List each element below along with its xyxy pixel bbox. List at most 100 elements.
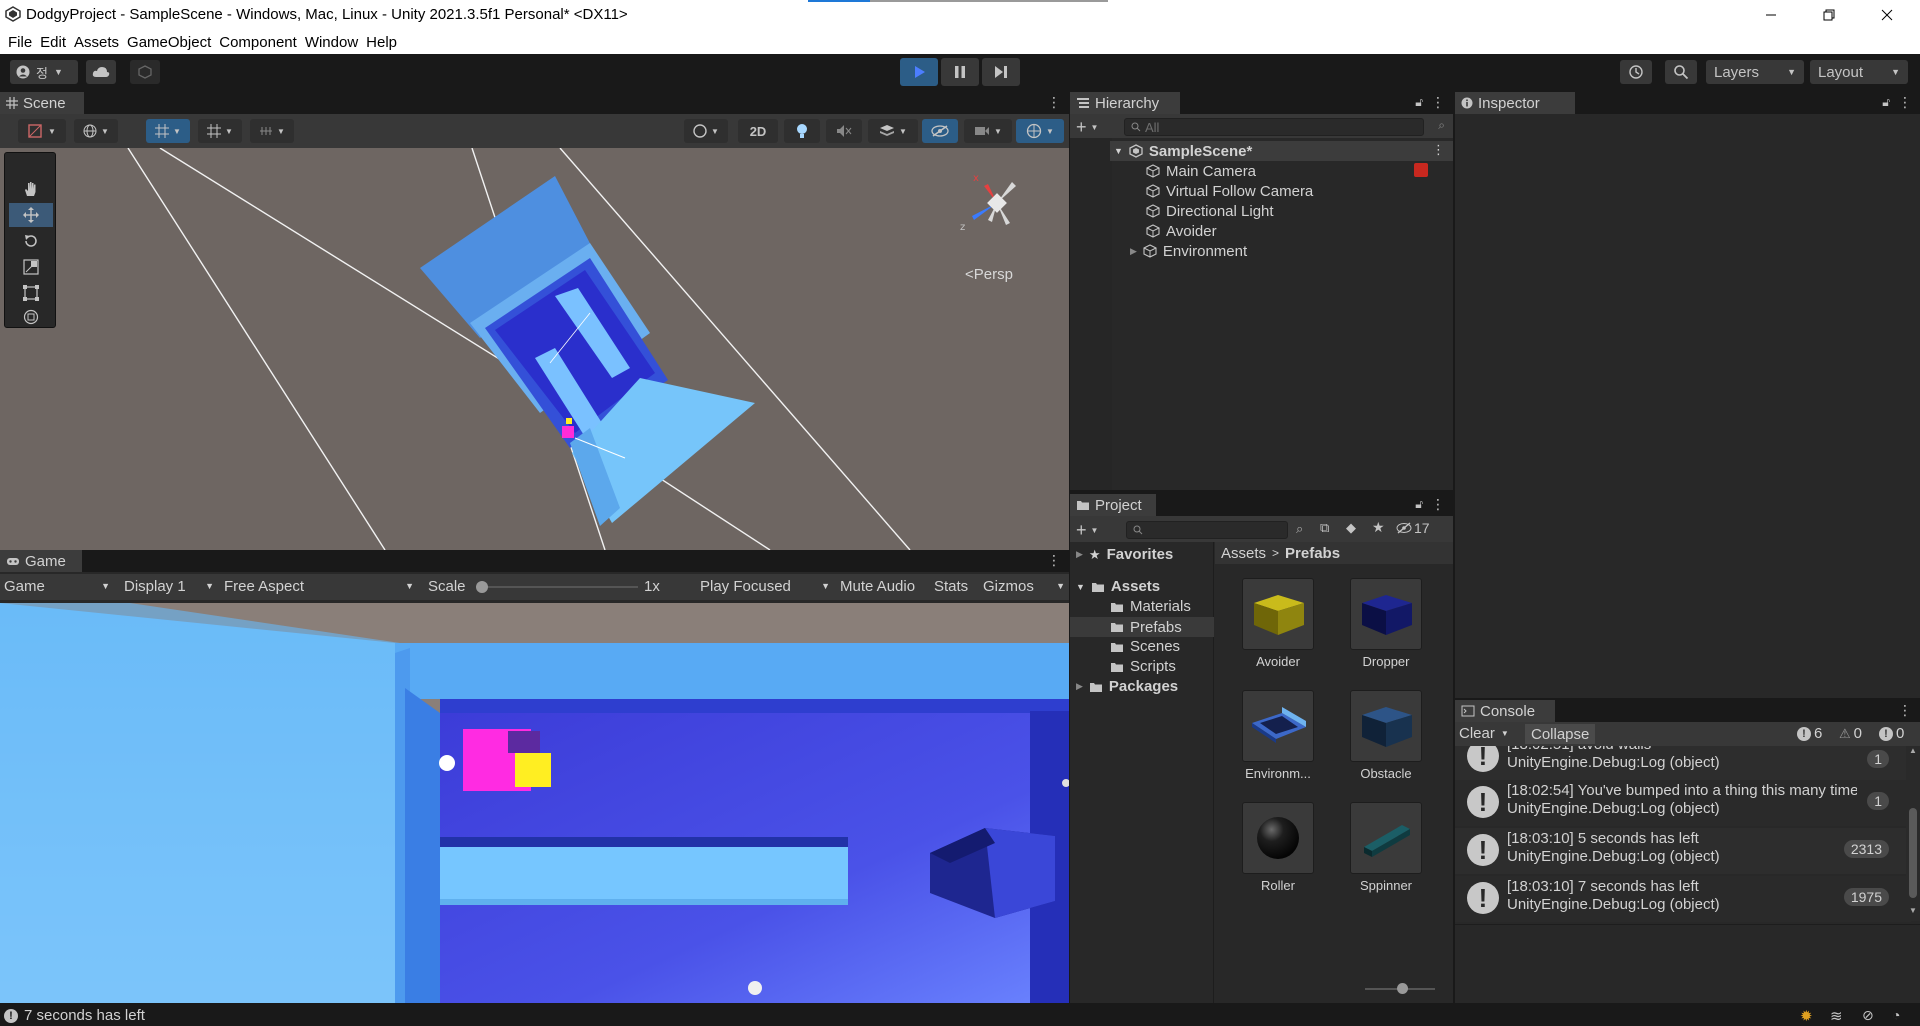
gizmos-dropdown[interactable]: ▼	[1016, 119, 1064, 143]
account-dropdown[interactable]: 정 ▼	[10, 60, 78, 84]
rect-tool[interactable]	[9, 281, 53, 305]
layers-dropdown[interactable]: Layers ▼	[1706, 60, 1804, 84]
progress-stack-icon[interactable]: ≋	[1830, 1007, 1843, 1025]
draw-mode-dropdown[interactable]: ▼	[18, 119, 66, 143]
grid-snap-dropdown[interactable]: ▼	[146, 119, 190, 143]
console-entry[interactable]: ! [18:02:51] avoid wallsUnityEngine.Debu…	[1455, 746, 1911, 780]
asset-environment[interactable]: Environm...	[1233, 690, 1323, 781]
stats-button[interactable]: Stats	[934, 576, 968, 596]
tab-inspector[interactable]: Inspector	[1455, 92, 1575, 114]
menu-file[interactable]: File	[8, 34, 32, 51]
breadcrumb-root[interactable]: Assets	[1221, 545, 1266, 562]
restore-button[interactable]	[1800, 0, 1858, 30]
packages-node[interactable]: ▶ Packages	[1076, 678, 1178, 695]
kebab-menu-icon[interactable]: ⋮	[1047, 552, 1061, 569]
filter-type-icon[interactable]: ⧉	[1320, 520, 1329, 536]
expand-arrow-icon[interactable]: ▼	[1114, 146, 1123, 156]
project-search-input[interactable]	[1126, 521, 1288, 539]
asset-obstacle[interactable]: Obstacle	[1341, 690, 1431, 781]
step-button[interactable]	[982, 58, 1020, 86]
favorites-node[interactable]: ▶ ★ Favorites	[1076, 546, 1173, 563]
lighting-toggle[interactable]	[784, 119, 820, 143]
align-dropdown[interactable]: ▼	[250, 119, 294, 143]
menu-window[interactable]: Window	[305, 34, 358, 51]
asset-dropper[interactable]: Dropper	[1341, 578, 1431, 669]
play-focused-select[interactable]: Play Focused ▼	[700, 576, 830, 596]
lock-icon[interactable]: 🔓︎	[1415, 95, 1423, 110]
kebab-menu-icon[interactable]: ⋮	[1432, 142, 1445, 158]
project-create-dropdown[interactable]: + ▼	[1076, 520, 1098, 541]
log-filter-toggle[interactable]: ! 6	[1797, 725, 1822, 742]
rotate-tool[interactable]	[9, 229, 53, 253]
tab-console[interactable]: Console	[1455, 700, 1555, 722]
scale-slider[interactable]	[476, 581, 638, 593]
network-icon[interactable]: ⊘	[1862, 1007, 1874, 1024]
display-select[interactable]: Display 1 ▼	[124, 576, 214, 596]
search-by-type-icon[interactable]: ⌕	[1296, 521, 1303, 537]
menu-assets[interactable]: Assets	[74, 34, 119, 51]
scale-slider-thumb[interactable]	[476, 581, 488, 593]
scale-tool[interactable]	[9, 255, 53, 279]
collab-button[interactable]	[130, 60, 160, 84]
orientation-gizmo[interactable]: x z	[952, 168, 1042, 258]
menu-gameobject[interactable]: GameObject	[127, 34, 211, 51]
effects-dropdown[interactable]: ▼	[868, 119, 918, 143]
folder-prefabs[interactable]: Prefabs	[1070, 617, 1214, 637]
gizmos-select[interactable]: Gizmos ▼	[983, 576, 1065, 596]
auto-generate-icon[interactable]: ◔	[1892, 1007, 1900, 1023]
console-entry[interactable]: ! [18:03:10] 5 seconds has left UnityEngi…	[1455, 828, 1911, 874]
hierarchy-item-environment[interactable]: ▶ Environment	[1130, 241, 1247, 261]
clear-dropdown[interactable]: Clear ▼	[1459, 725, 1509, 742]
bug-icon[interactable]: ✹	[1800, 1007, 1813, 1025]
folder-materials[interactable]: Materials	[1110, 598, 1191, 615]
hidden-objects-toggle[interactable]	[922, 119, 958, 143]
expand-arrow-icon[interactable]: ▶	[1130, 246, 1137, 257]
create-dropdown[interactable]: + ▼	[1076, 117, 1098, 138]
hierarchy-item-main-camera[interactable]: Main Camera	[1146, 161, 1256, 181]
lock-icon[interactable]: 🔓︎	[1415, 497, 1423, 512]
scene-viewport[interactable]: x z <Persp	[0, 148, 1069, 550]
scroll-up-icon[interactable]: ▲	[1909, 746, 1917, 755]
menu-component[interactable]: Component	[219, 34, 297, 51]
menu-help[interactable]: Help	[366, 34, 397, 51]
console-entry[interactable]: ! [18:03:10] 7 seconds has left UnityEngi…	[1455, 876, 1911, 922]
folder-scenes[interactable]: Scenes	[1110, 638, 1180, 655]
hierarchy-item-avoider[interactable]: Avoider	[1146, 221, 1217, 241]
tab-hierarchy[interactable]: Hierarchy	[1070, 92, 1180, 114]
favorite-star-icon[interactable]: ★	[1372, 519, 1385, 536]
asset-roller[interactable]: Roller	[1233, 802, 1323, 893]
kebab-menu-icon[interactable]: ⋮	[1047, 94, 1061, 111]
hidden-packages-toggle[interactable]: 17	[1396, 520, 1430, 536]
kebab-menu-icon[interactable]: ⋮	[1898, 702, 1912, 719]
layout-dropdown[interactable]: Layout ▼	[1810, 60, 1908, 84]
status-message[interactable]: 7 seconds has left	[24, 1007, 145, 1024]
menu-edit[interactable]: Edit	[40, 34, 66, 51]
search-options-icon[interactable]: ⌕	[1438, 118, 1445, 133]
thumbnail-size-slider[interactable]	[1365, 983, 1435, 994]
hierarchy-search-input[interactable]: All	[1124, 118, 1424, 136]
minimize-button[interactable]	[1742, 0, 1800, 30]
lock-icon[interactable]: 🔓︎	[1882, 95, 1890, 110]
audio-toggle[interactable]	[826, 119, 862, 143]
aspect-select[interactable]: Free Aspect ▼	[224, 576, 414, 596]
tab-project[interactable]: Project	[1070, 494, 1156, 516]
history-button[interactable]	[1620, 60, 1652, 84]
scene-visibility-dropdown[interactable]: ▼	[684, 119, 728, 143]
error-filter-toggle[interactable]: ! 0	[1879, 725, 1904, 742]
console-entry[interactable]: ! [18:02:54] You've bumped into a thing …	[1455, 780, 1911, 826]
tab-scene[interactable]: Scene	[0, 92, 84, 114]
toggle-2d-button[interactable]: 2D	[738, 119, 778, 143]
mute-audio-button[interactable]: Mute Audio	[840, 576, 915, 596]
breadcrumb-current[interactable]: Prefabs	[1285, 545, 1340, 562]
hand-tool[interactable]	[9, 177, 53, 201]
tab-game[interactable]: Game	[0, 550, 82, 572]
search-button[interactable]	[1665, 60, 1697, 84]
filter-label-icon[interactable]: ◆	[1346, 520, 1356, 536]
game-viewport[interactable]	[0, 603, 1069, 1003]
render-mode-dropdown[interactable]: ▼	[74, 119, 118, 143]
warning-filter-toggle[interactable]: ⚠ 0	[1839, 725, 1862, 742]
persp-toggle[interactable]: <Persp	[965, 266, 1013, 283]
hierarchy-scene-row[interactable]: ▼ SampleScene* ⋮	[1110, 141, 1453, 161]
hierarchy-item-virtual-follow-camera[interactable]: Virtual Follow Camera	[1146, 181, 1313, 201]
game-view-select[interactable]: Game ▼	[4, 576, 110, 596]
